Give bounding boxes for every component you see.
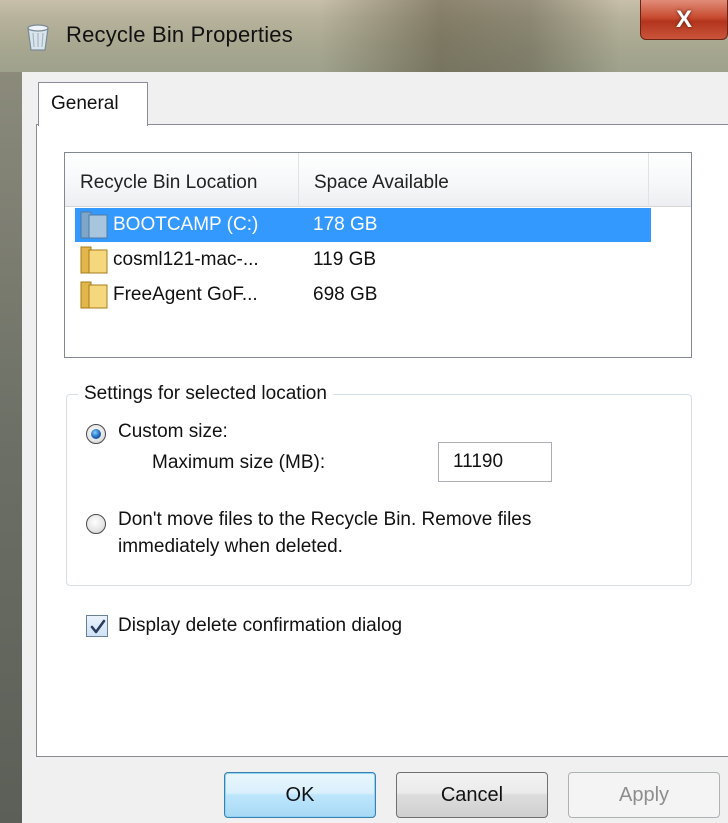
- title-bar-shade: [320, 0, 620, 72]
- apply-button[interactable]: Apply: [568, 772, 720, 818]
- location-name: FreeAgent GoF...: [113, 284, 258, 305]
- ok-button[interactable]: OK: [224, 772, 376, 818]
- list-item[interactable]: BOOTCAMP (C:) 178 GB: [75, 208, 651, 242]
- window-frame-left: [0, 72, 22, 823]
- maximum-size-label: Maximum size (MB):: [152, 452, 326, 473]
- maximum-size-input[interactable]: 11190: [438, 442, 552, 482]
- list-header: Recycle Bin Location Space Available: [65, 153, 691, 207]
- checkmark-icon: [90, 619, 106, 634]
- list-item[interactable]: FreeAgent GoF... 698 GB: [75, 278, 651, 312]
- dont-move-files-label[interactable]: Don't move files to the Recycle Bin. Rem…: [118, 509, 531, 531]
- dont-move-files-label-line2[interactable]: immediately when deleted.: [118, 536, 343, 558]
- space-available: 698 GB: [313, 284, 378, 305]
- window-title: Recycle Bin Properties: [66, 22, 293, 47]
- column-header-space[interactable]: Space Available: [299, 153, 649, 207]
- recycle-bin-location-list[interactable]: Recycle Bin Location Space Available BOO…: [64, 152, 692, 358]
- tab-general[interactable]: General: [38, 82, 148, 126]
- delete-confirmation-label[interactable]: Display delete confirmation dialog: [118, 615, 402, 637]
- close-icon: X: [675, 5, 692, 33]
- column-header-location[interactable]: Recycle Bin Location: [65, 153, 299, 207]
- properties-window: Recycle Bin Properties X General Recycle…: [0, 0, 728, 823]
- delete-confirmation-checkbox[interactable]: [86, 615, 108, 637]
- title-bar[interactable]: Recycle Bin Properties X: [0, 0, 728, 72]
- dont-move-files-radio[interactable]: [86, 514, 106, 534]
- folder-icon: [79, 246, 109, 274]
- list-item[interactable]: cosml121-mac-... 119 GB: [75, 243, 651, 277]
- recycle-bin-icon: [24, 22, 52, 52]
- drive-folder-icon: [79, 211, 109, 239]
- close-button[interactable]: X: [640, 0, 728, 40]
- cancel-button[interactable]: Cancel: [396, 772, 548, 818]
- settings-group-legend: Settings for selected location: [78, 383, 333, 405]
- custom-size-radio[interactable]: [86, 424, 106, 444]
- space-available: 178 GB: [313, 214, 378, 235]
- custom-size-label[interactable]: Custom size:: [118, 421, 228, 443]
- space-available: 119 GB: [313, 249, 377, 270]
- location-name: BOOTCAMP (C:): [113, 214, 259, 235]
- folder-icon: [79, 281, 109, 309]
- location-name: cosml121-mac-...: [113, 249, 259, 270]
